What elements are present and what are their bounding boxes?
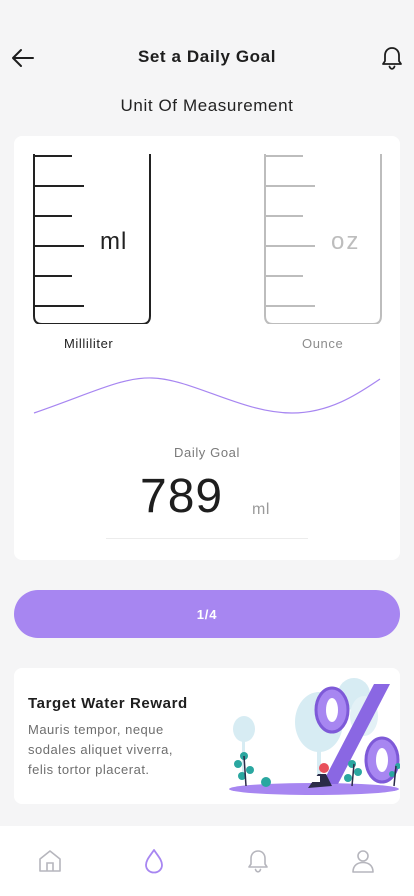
percent-reward-illustration	[229, 678, 400, 795]
daily-goal-unit: ml	[252, 501, 270, 518]
home-icon[interactable]	[37, 848, 63, 874]
page-title: Set a Daily Goal	[137, 47, 277, 66]
milliliter-symbol: ml	[100, 228, 127, 255]
unit-of-measurement-heading: Unit Of Measurement	[120, 96, 294, 115]
bottom-navigation	[0, 826, 414, 896]
daily-goal-label: Daily Goal	[174, 445, 240, 460]
reward-card[interactable]: Target Water Reward Mauris tempor, neque…	[14, 668, 400, 804]
milliliter-beaker-option[interactable]: ml	[32, 154, 152, 324]
progress-step-button[interactable]: 1/4	[14, 590, 400, 638]
progress-label: 1/4	[196, 606, 218, 622]
goal-card: ml Milliliter oz Ounce Daily Goal 789 ml	[14, 136, 400, 560]
bell-icon[interactable]	[380, 45, 404, 71]
water-drop-icon[interactable]	[141, 848, 167, 874]
daily-goal-value[interactable]: 789	[140, 469, 223, 524]
user-icon[interactable]	[350, 848, 376, 874]
goal-underline	[106, 538, 308, 539]
ounce-beaker-option[interactable]: oz	[263, 154, 383, 324]
nav-bell-icon[interactable]	[245, 848, 271, 874]
reward-description: Mauris tempor, neque sodales aliquet viv…	[28, 722, 173, 777]
wave-divider	[33, 377, 381, 414]
reward-title: Target Water Reward	[28, 695, 188, 712]
ounce-label: Ounce	[302, 336, 344, 351]
milliliter-label: Milliliter	[64, 336, 114, 351]
ounce-symbol: oz	[331, 228, 360, 255]
